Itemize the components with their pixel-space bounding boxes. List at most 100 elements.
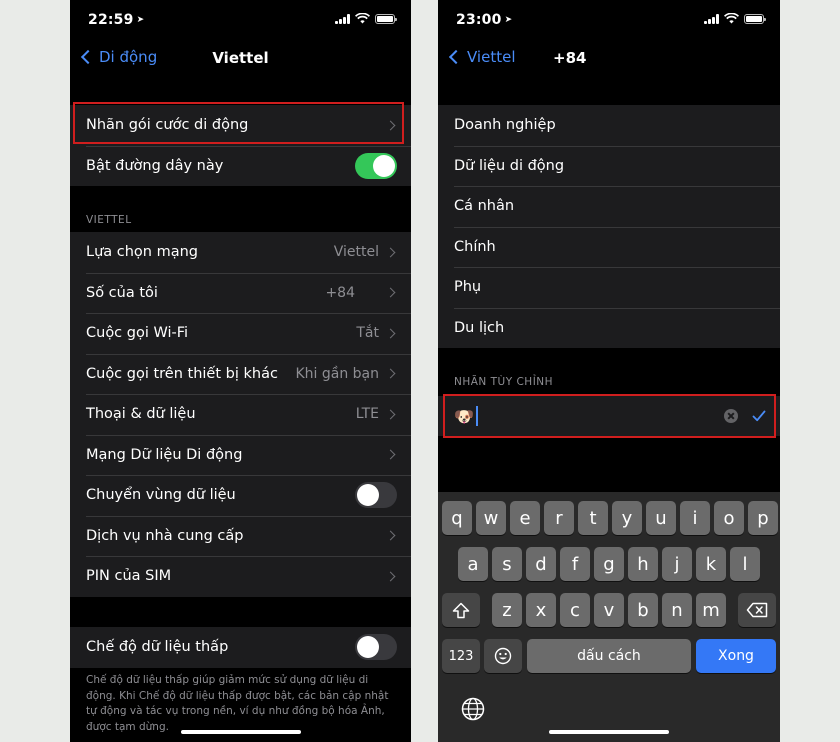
chevron-right-icon: [385, 120, 396, 131]
label-options-list: Doanh nghiệp Dữ liệu di động Cá nhân Chí…: [438, 105, 780, 348]
done-key[interactable]: Xong: [696, 639, 776, 673]
home-indicator[interactable]: [180, 730, 301, 734]
space-key[interactable]: dấu cách: [527, 639, 691, 673]
label-option-primary[interactable]: Chính: [438, 226, 780, 268]
row-wifi-calling[interactable]: Cuộc gọi Wi-Fi Tắt: [70, 313, 411, 354]
key-c[interactable]: c: [560, 593, 590, 627]
line-settings-group: Nhãn gói cước di động Bật đường dây này: [70, 105, 411, 186]
key-b[interactable]: b: [628, 593, 658, 627]
page-title: Viettel: [212, 49, 269, 67]
page-title: +84: [553, 49, 587, 67]
status-time: 22:59: [88, 12, 134, 28]
row-plan-label[interactable]: Nhãn gói cước di động: [70, 105, 411, 146]
chevron-right-icon: [385, 328, 396, 339]
home-indicator[interactable]: [549, 730, 669, 734]
row-line-enabled: Bật đường dây này: [70, 145, 411, 187]
key-l[interactable]: l: [730, 547, 760, 581]
row-my-number[interactable]: Số của tôi +84: [70, 272, 411, 314]
status-bar: 23:00 ➤: [438, 0, 780, 40]
nav-bar: Di động Viettel: [70, 40, 411, 78]
key-f[interactable]: f: [560, 547, 590, 581]
location-arrow-icon: ➤: [504, 15, 513, 25]
key-e[interactable]: e: [510, 501, 540, 535]
chevron-right-icon: [385, 530, 396, 541]
text-cursor: [475, 406, 478, 426]
low-data-mode-toggle[interactable]: [355, 634, 397, 661]
key-a[interactable]: a: [458, 547, 488, 581]
key-o[interactable]: o: [714, 501, 744, 535]
row-carrier-services[interactable]: Dịch vụ nhà cung cấp: [70, 515, 411, 557]
cellular-signal-icon: [335, 13, 350, 24]
custom-label-input[interactable]: 🐶: [438, 396, 780, 436]
key-n[interactable]: n: [662, 593, 692, 627]
label-option-personal[interactable]: Cá nhân: [438, 186, 780, 227]
shift-key[interactable]: [442, 593, 480, 627]
row-voice-data[interactable]: Thoại & dữ liệu LTE: [70, 394, 411, 435]
numbers-key[interactable]: 123: [442, 639, 480, 673]
key-w[interactable]: w: [476, 501, 506, 535]
key-m[interactable]: m: [696, 593, 726, 627]
status-bar: 22:59 ➤: [70, 0, 411, 40]
custom-label-group: 🐶: [438, 396, 780, 436]
key-z[interactable]: z: [492, 593, 522, 627]
chevron-right-icon: [385, 287, 396, 298]
nav-bar: Viettel +84: [438, 40, 780, 78]
chevron-right-icon: [385, 409, 396, 420]
battery-icon: [375, 13, 397, 24]
key-v[interactable]: v: [594, 593, 624, 627]
globe-icon[interactable]: [460, 696, 486, 722]
emoji-icon: [494, 647, 512, 665]
row-sim-pin[interactable]: PIN của SIM: [70, 556, 411, 597]
status-time: 23:00: [456, 12, 502, 28]
row-network-selection[interactable]: Lựa chọn mạng Viettel: [70, 232, 411, 273]
chevron-right-icon: [385, 247, 396, 258]
section-header-viettel: VIETTEL: [86, 214, 132, 226]
data-roaming-toggle[interactable]: [355, 482, 397, 509]
chevron-right-icon: [385, 449, 396, 460]
keyboard-row-2: a s d f g h j k l: [438, 547, 780, 581]
label-option-travel[interactable]: Du lịch: [438, 307, 780, 349]
chevron-left-icon: [448, 49, 464, 65]
row-calls-other-devices[interactable]: Cuộc gọi trên thiết bị khác Khi gần bạn: [70, 353, 411, 395]
shift-icon: [452, 602, 470, 618]
row-data-roaming: Chuyển vùng dữ liệu: [70, 475, 411, 516]
key-i[interactable]: i: [680, 501, 710, 535]
label-option-business[interactable]: Doanh nghiệp: [438, 105, 780, 146]
keyboard-row-1: q w e r t y u i o p: [438, 501, 780, 535]
backspace-key[interactable]: [738, 593, 776, 627]
left-phone-screen: 22:59 ➤ Di động Viettel Nhãn gói cước di …: [70, 0, 411, 742]
row-cellular-data-network[interactable]: Mạng Dữ liệu Di động: [70, 434, 411, 476]
cellular-signal-icon: [704, 13, 719, 24]
low-data-group: Chế độ dữ liệu thấp: [70, 627, 411, 668]
key-q[interactable]: q: [442, 501, 472, 535]
key-y[interactable]: y: [612, 501, 642, 535]
right-phone-screen: 23:00 ➤ Viettel +84 Doanh nghiệp Dữ liệu …: [438, 0, 780, 742]
key-d[interactable]: d: [526, 547, 556, 581]
key-u[interactable]: u: [646, 501, 676, 535]
label-option-secondary[interactable]: Phụ: [438, 267, 780, 308]
key-p[interactable]: p: [748, 501, 778, 535]
key-h[interactable]: h: [628, 547, 658, 581]
key-k[interactable]: k: [696, 547, 726, 581]
carrier-settings-group: Lựa chọn mạng Viettel Số của tôi +84 Cuộ…: [70, 232, 411, 597]
location-arrow-icon: ➤: [136, 15, 145, 25]
clear-icon[interactable]: [724, 409, 738, 423]
back-button[interactable]: Viettel: [448, 48, 516, 66]
emoji-key[interactable]: [484, 639, 522, 673]
key-x[interactable]: x: [526, 593, 556, 627]
key-j[interactable]: j: [662, 547, 692, 581]
keyboard-row-4: 123 dấu cách Xong: [438, 639, 780, 673]
line-enabled-toggle[interactable]: [355, 152, 397, 179]
low-data-footer: Chế độ dữ liệu thấp giúp giảm mức sử dụn…: [86, 674, 389, 733]
checkmark-icon[interactable]: [752, 409, 766, 423]
label-option-cellular-data[interactable]: Dữ liệu di động: [438, 145, 780, 187]
key-t[interactable]: t: [578, 501, 608, 535]
row-low-data-mode: Chế độ dữ liệu thấp: [70, 627, 411, 668]
keyboard-row-3: z x c v b n m: [438, 593, 780, 627]
battery-icon: [744, 13, 766, 24]
key-g[interactable]: g: [594, 547, 624, 581]
section-header-custom-label: NHÃN TÙY CHỈNH: [454, 376, 554, 388]
key-r[interactable]: r: [544, 501, 574, 535]
backspace-icon: [746, 602, 768, 618]
key-s[interactable]: s: [492, 547, 522, 581]
